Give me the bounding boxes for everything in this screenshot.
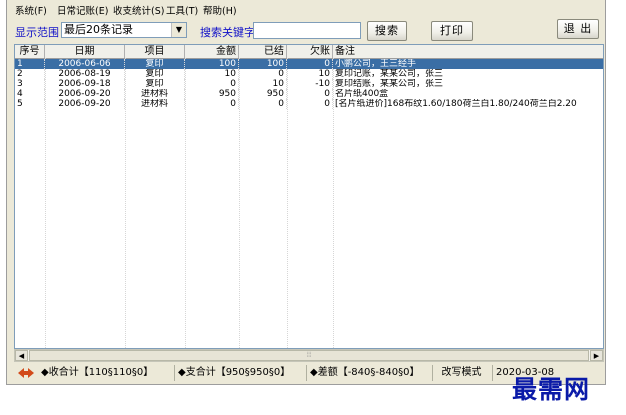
toolbar: 显示范围 最后20条记录 ▼ 搜索关键字 搜索 打印 退 出 — [7, 17, 605, 42]
col-header-amount[interactable]: 金额 — [185, 45, 239, 58]
cell-no: 1 — [15, 59, 45, 69]
cell-no: 5 — [15, 99, 45, 109]
scroll-right-icon[interactable]: ▶ — [590, 350, 603, 361]
cell-item: 复印 — [125, 79, 185, 89]
exit-button[interactable]: 退 出 — [557, 19, 599, 39]
menu-system[interactable]: 系统(F) — [15, 3, 47, 17]
search-input[interactable] — [253, 22, 361, 39]
cell-no: 2 — [15, 69, 45, 79]
cell-owed: 0 — [287, 89, 333, 99]
menu-tools[interactable]: 工具(T) — [166, 3, 198, 17]
scroll-left-icon[interactable]: ◀ — [15, 350, 28, 361]
income-total: ◆收合计【110§110§0】 — [41, 367, 154, 378]
range-select[interactable]: 最后20条记录 ▼ — [61, 22, 187, 38]
table-row[interactable]: 4 2006-09-20 进材料 950 950 0 名片纸400盒 — [15, 89, 603, 99]
cell-owed: 0 — [287, 59, 333, 69]
table-header: 序号 日期 项目 金额 已结 欠账 备注 — [15, 45, 603, 59]
cell-amount: 100 — [185, 59, 239, 69]
print-button[interactable]: 打印 — [431, 21, 473, 41]
col-header-item[interactable]: 项目 — [125, 45, 185, 58]
table-row[interactable]: 2 2006-08-19 复印 10 0 10 复印记账，某某公司，张三 — [15, 69, 603, 79]
cell-no: 4 — [15, 89, 45, 99]
cell-paid: 10 — [239, 79, 287, 89]
cell-item: 复印 — [125, 69, 185, 79]
cell-owed: -10 — [287, 79, 333, 89]
main-window: 系统(F) 日常记账(E) 收支统计(S) 工具(T) 帮助(H) 显示范围 最… — [6, 0, 606, 385]
cell-amount: 950 — [185, 89, 239, 99]
range-label: 显示范围 — [15, 26, 59, 39]
table-row[interactable]: 3 2006-09-18 复印 0 10 -10 复印结账，某某公司，张三 — [15, 79, 603, 89]
expense-total: ◆支合计【950§950§0】 — [174, 365, 304, 381]
horizontal-scrollbar[interactable]: ◀ ⦙⦙⦙ ▶ — [14, 349, 604, 362]
cell-item: 进材料 — [125, 89, 185, 99]
menu-help[interactable]: 帮助(H) — [203, 3, 237, 17]
cell-date: 2006-09-18 — [45, 79, 125, 89]
search-button[interactable]: 搜索 — [367, 21, 407, 41]
chevron-down-icon[interactable]: ▼ — [171, 23, 186, 37]
cell-amount: 10 — [185, 69, 239, 79]
cell-paid: 0 — [239, 99, 287, 109]
cell-item: 进材料 — [125, 99, 185, 109]
cell-date: 2006-09-20 — [45, 89, 125, 99]
cell-note: 复印记账，某某公司，张三 — [333, 69, 603, 79]
col-header-date[interactable]: 日期 — [45, 45, 125, 58]
menu-bar: 系统(F) 日常记账(E) 收支统计(S) 工具(T) 帮助(H) — [7, 0, 605, 17]
cell-note: [名片纸进价]168布纹1.60/180荷兰白1.80/240荷兰白2.20 — [333, 99, 603, 109]
range-select-value: 最后20条记录 — [64, 23, 133, 36]
cell-date: 2006-08-19 — [45, 69, 125, 79]
cell-paid: 950 — [239, 89, 287, 99]
cell-amount: 0 — [185, 79, 239, 89]
cell-amount: 0 — [185, 99, 239, 109]
menu-daily-accounting[interactable]: 日常记账(E) — [57, 3, 108, 17]
cell-date: 2006-09-20 — [45, 99, 125, 109]
cell-paid: 0 — [239, 69, 287, 79]
cell-note: 小鹏公司，王三经手 — [333, 59, 603, 69]
cell-date: 2006-06-06 — [45, 59, 125, 69]
col-header-no[interactable]: 序号 — [15, 45, 45, 58]
menu-statistics[interactable]: 收支统计(S) — [113, 3, 164, 17]
cell-owed: 10 — [287, 69, 333, 79]
cell-no: 3 — [15, 79, 45, 89]
table-row[interactable]: 5 2006-09-20 进材料 0 0 0 [名片纸进价]168布纹1.60/180荷兰白… — [15, 99, 603, 109]
scroll-thumb[interactable]: ⦙⦙⦙ — [29, 350, 589, 361]
difference-total: ◆差额【-840§-840§0】 — [306, 365, 430, 381]
site-watermark: 最需网 — [512, 375, 591, 404]
table-row[interactable]: 1 2006-06-06 复印 100 100 0 小鹏公司，王三经手 — [15, 59, 603, 69]
cell-owed: 0 — [287, 99, 333, 109]
edit-mode: 改写模式 — [432, 365, 490, 381]
cell-note: 复印结账，某某公司，张三 — [333, 79, 603, 89]
col-header-owed[interactable]: 欠账 — [287, 45, 333, 58]
search-label: 搜索关键字 — [200, 26, 255, 39]
cell-paid: 100 — [239, 59, 287, 69]
cell-item: 复印 — [125, 59, 185, 69]
records-table: 序号 日期 项目 金额 已结 欠账 备注 1 2006-06-06 复印 100 100… — [14, 44, 604, 349]
navigate-arrows-icon[interactable] — [18, 367, 34, 379]
col-header-note[interactable]: 备注 — [333, 45, 603, 58]
cell-note: 名片纸400盒 — [333, 89, 603, 99]
col-header-paid[interactable]: 已结 — [239, 45, 287, 58]
